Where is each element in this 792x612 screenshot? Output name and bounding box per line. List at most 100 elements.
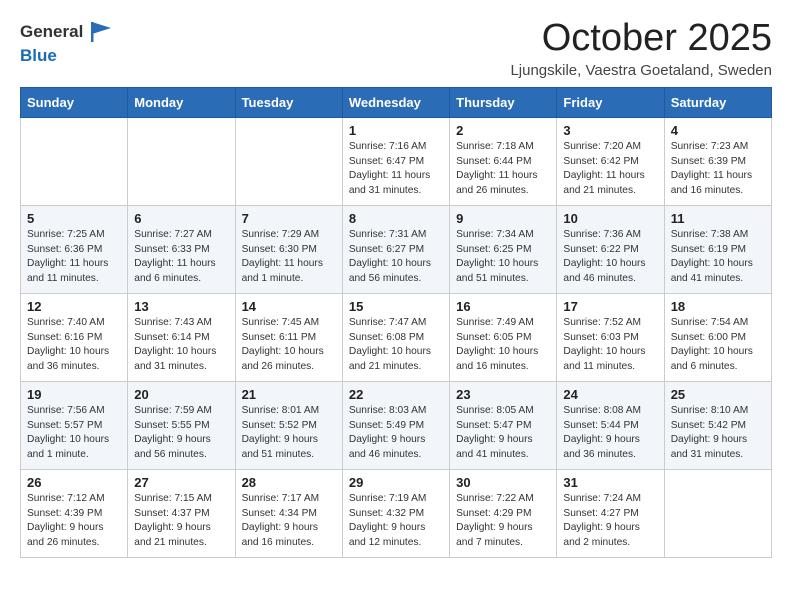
day-number: 28 [242, 475, 336, 490]
day-number: 6 [134, 211, 228, 226]
day-number: 27 [134, 475, 228, 490]
day-cell-w3-d5: 16 Sunrise: 7:49 AMSunset: 6:05 PMDayligh… [450, 293, 557, 381]
day-cell-w2-d6: 10 Sunrise: 7:36 AMSunset: 6:22 PMDayligh… [557, 205, 664, 293]
day-number: 4 [671, 123, 765, 138]
day-info: Sunrise: 7:23 AMSunset: 6:39 PMDaylight:… [671, 140, 765, 199]
day-cell-w1-d5: 2Sunrise: 7:18 AMSunset: 6:44 PMDaylight… [450, 117, 557, 205]
day-cell-w4-d1: 19Sunrise: 7:56 AMSunset: 5:57 PMDayligh… [21, 381, 128, 469]
calendar-table: Sunday Monday Tuesday Wednesday Thursday… [20, 87, 772, 558]
day-number: 7 [242, 211, 336, 226]
day-number: 26 [27, 475, 121, 490]
day-info: Sunrise: 7:43 AMSunset: 6:14 PMDaylight:… [134, 316, 228, 375]
day-cell-w4-d6: 24 Sunrise: 8:08 AMSunset: 5:44 PMDayligh… [557, 381, 664, 469]
day-info: Sunrise: 7:22 AMSunset: 4:29 PMDaylight:… [456, 492, 550, 551]
logo: General Blue [20, 18, 115, 66]
day-info: Sunrise: 8:03 AMSunset: 5:49 PMDaylight:… [349, 404, 443, 463]
location: Ljungskile, Vaestra Goetaland, Sweden [510, 62, 772, 79]
day-cell-w5-d6: 31 Sunrise: 7:24 AMSunset: 4:27 PMDayligh… [557, 469, 664, 557]
day-info: Sunrise: 7:17 AMSunset: 4:34 PMDaylight:… [242, 492, 336, 551]
day-cell-w3-d7: 18Sunrise: 7:54 AMSunset: 6:00 PMDayligh… [664, 293, 771, 381]
day-cell-w5-d2: 27Sunrise: 7:15 AMSunset: 4:37 PMDayligh… [128, 469, 235, 557]
header-thursday: Thursday [450, 87, 557, 117]
day-number: 10 [563, 211, 657, 226]
day-cell-w3-d3: 14 Sunrise: 7:45 AMSunset: 6:11 PMDayligh… [235, 293, 342, 381]
day-cell-w1-d4: 1 Sunrise: 7:16 AMSunset: 6:47 PMDaylight… [342, 117, 449, 205]
day-number: 8 [349, 211, 443, 226]
day-number: 29 [349, 475, 443, 490]
day-cell-w5-d4: 29 Sunrise: 7:19 AMSunset: 4:32 PMDayligh… [342, 469, 449, 557]
day-info: Sunrise: 7:45 AMSunset: 6:11 PMDaylight:… [242, 316, 336, 375]
day-info: Sunrise: 7:56 AMSunset: 5:57 PMDaylight:… [27, 404, 121, 463]
day-cell-w2-d7: 11 Sunrise: 7:38 AMSunset: 6:19 PMDayligh… [664, 205, 771, 293]
day-info: Sunrise: 8:05 AMSunset: 5:47 PMDaylight:… [456, 404, 550, 463]
header-friday: Friday [557, 87, 664, 117]
day-number: 1 [349, 123, 443, 138]
week-row-5: 26Sunrise: 7:12 AMSunset: 4:39 PMDayligh… [21, 469, 772, 557]
day-cell-w2-d2: 6Sunrise: 7:27 AMSunset: 6:33 PMDaylight… [128, 205, 235, 293]
day-number: 15 [349, 299, 443, 314]
day-info: Sunrise: 7:59 AMSunset: 5:55 PMDaylight:… [134, 404, 228, 463]
day-number: 24 [563, 387, 657, 402]
day-cell-w1-d2 [128, 117, 235, 205]
day-info: Sunrise: 7:24 AMSunset: 4:27 PMDaylight:… [563, 492, 657, 551]
day-info: Sunrise: 7:47 AMSunset: 6:08 PMDaylight:… [349, 316, 443, 375]
day-info: Sunrise: 7:16 AMSunset: 6:47 PMDaylight:… [349, 140, 443, 199]
day-info: Sunrise: 7:18 AMSunset: 6:44 PMDaylight:… [456, 140, 550, 199]
header: General Blue October 2025 Ljungskile, Va… [20, 18, 772, 79]
logo-flag-icon [87, 18, 115, 46]
day-info: Sunrise: 7:38 AMSunset: 6:19 PMDaylight:… [671, 228, 765, 287]
day-cell-w4-d4: 22Sunrise: 8:03 AMSunset: 5:49 PMDayligh… [342, 381, 449, 469]
day-number: 3 [563, 123, 657, 138]
day-number: 16 [456, 299, 550, 314]
day-number: 12 [27, 299, 121, 314]
day-cell-w2-d1: 5 Sunrise: 7:25 AMSunset: 6:36 PMDaylight… [21, 205, 128, 293]
day-info: Sunrise: 8:08 AMSunset: 5:44 PMDaylight:… [563, 404, 657, 463]
week-row-1: 1 Sunrise: 7:16 AMSunset: 6:47 PMDaylight… [21, 117, 772, 205]
day-info: Sunrise: 7:36 AMSunset: 6:22 PMDaylight:… [563, 228, 657, 287]
day-number: 31 [563, 475, 657, 490]
header-monday: Monday [128, 87, 235, 117]
header-tuesday: Tuesday [235, 87, 342, 117]
day-info: Sunrise: 7:19 AMSunset: 4:32 PMDaylight:… [349, 492, 443, 551]
day-number: 30 [456, 475, 550, 490]
day-cell-w5-d1: 26Sunrise: 7:12 AMSunset: 4:39 PMDayligh… [21, 469, 128, 557]
day-number: 5 [27, 211, 121, 226]
day-number: 17 [563, 299, 657, 314]
week-row-3: 12 Sunrise: 7:40 AMSunset: 6:16 PMDayligh… [21, 293, 772, 381]
header-sunday: Sunday [21, 87, 128, 117]
day-info: Sunrise: 7:49 AMSunset: 6:05 PMDaylight:… [456, 316, 550, 375]
day-info: Sunrise: 7:29 AMSunset: 6:30 PMDaylight:… [242, 228, 336, 287]
weekday-header-row: Sunday Monday Tuesday Wednesday Thursday… [21, 87, 772, 117]
day-cell-w1-d7: 4 Sunrise: 7:23 AMSunset: 6:39 PMDaylight… [664, 117, 771, 205]
day-number: 21 [242, 387, 336, 402]
day-cell-w3-d2: 13 Sunrise: 7:43 AMSunset: 6:14 PMDayligh… [128, 293, 235, 381]
month-title: October 2025 [510, 18, 772, 60]
week-row-4: 19Sunrise: 7:56 AMSunset: 5:57 PMDayligh… [21, 381, 772, 469]
day-info: Sunrise: 7:25 AMSunset: 6:36 PMDaylight:… [27, 228, 121, 287]
day-number: 13 [134, 299, 228, 314]
day-cell-w3-d6: 17Sunrise: 7:52 AMSunset: 6:03 PMDayligh… [557, 293, 664, 381]
day-cell-w3-d4: 15 Sunrise: 7:47 AMSunset: 6:08 PMDayligh… [342, 293, 449, 381]
week-row-2: 5 Sunrise: 7:25 AMSunset: 6:36 PMDaylight… [21, 205, 772, 293]
day-number: 11 [671, 211, 765, 226]
day-cell-w1-d6: 3Sunrise: 7:20 AMSunset: 6:42 PMDaylight… [557, 117, 664, 205]
day-number: 23 [456, 387, 550, 402]
day-cell-w3-d1: 12 Sunrise: 7:40 AMSunset: 6:16 PMDayligh… [21, 293, 128, 381]
logo-general-text: General [20, 22, 83, 42]
day-number: 14 [242, 299, 336, 314]
day-info: Sunrise: 7:40 AMSunset: 6:16 PMDaylight:… [27, 316, 121, 375]
day-cell-w4-d3: 21 Sunrise: 8:01 AMSunset: 5:52 PMDayligh… [235, 381, 342, 469]
title-block: October 2025 Ljungskile, Vaestra Goetala… [510, 18, 772, 79]
day-info: Sunrise: 8:01 AMSunset: 5:52 PMDaylight:… [242, 404, 336, 463]
page: General Blue October 2025 Ljungskile, Va… [0, 0, 792, 572]
day-cell-w5-d3: 28 Sunrise: 7:17 AMSunset: 4:34 PMDayligh… [235, 469, 342, 557]
day-cell-w2-d3: 7 Sunrise: 7:29 AMSunset: 6:30 PMDaylight… [235, 205, 342, 293]
day-cell-w5-d5: 30 Sunrise: 7:22 AMSunset: 4:29 PMDayligh… [450, 469, 557, 557]
day-number: 25 [671, 387, 765, 402]
day-cell-w4-d5: 23 Sunrise: 8:05 AMSunset: 5:47 PMDayligh… [450, 381, 557, 469]
day-info: Sunrise: 7:31 AMSunset: 6:27 PMDaylight:… [349, 228, 443, 287]
day-cell-w4-d7: 25 Sunrise: 8:10 AMSunset: 5:42 PMDayligh… [664, 381, 771, 469]
day-number: 9 [456, 211, 550, 226]
day-info: Sunrise: 8:10 AMSunset: 5:42 PMDaylight:… [671, 404, 765, 463]
header-saturday: Saturday [664, 87, 771, 117]
